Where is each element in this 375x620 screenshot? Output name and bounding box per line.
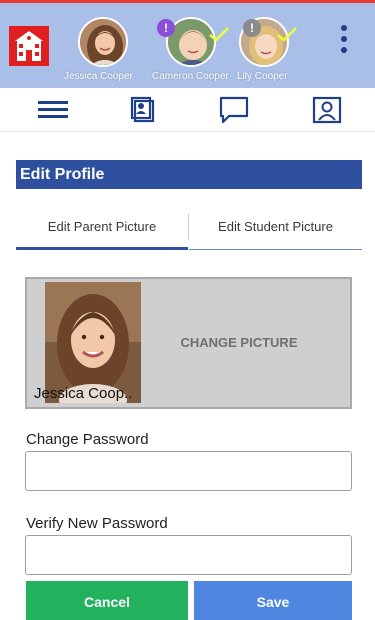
profile-jessica[interactable] [78, 17, 128, 67]
change-picture-button[interactable]: CHANGE PICTURE [161, 335, 317, 350]
save-button[interactable]: Save [194, 581, 352, 620]
change-password-label: Change Password [26, 431, 149, 448]
student-cards-icon[interactable] [124, 94, 158, 126]
check-icon [277, 27, 297, 42]
spacer [0, 132, 375, 156]
school-button[interactable] [9, 26, 49, 66]
hamburger-menu-icon[interactable] [36, 94, 70, 126]
profile-icon[interactable] [310, 94, 344, 126]
verify-password-label: Verify New Password [26, 515, 168, 532]
profile-name-lily: Lily Cooper [237, 71, 288, 82]
kebab-menu-icon[interactable] [337, 23, 351, 59]
cancel-button[interactable]: Cancel [26, 581, 188, 620]
avatar-jessica [78, 17, 128, 67]
main-nav [0, 88, 375, 132]
verify-password-input[interactable] [25, 535, 352, 575]
change-password-input[interactable] [25, 451, 352, 491]
picture-panel: Jessica Coop.. CHANGE PICTURE [25, 277, 352, 409]
alert-badge-cameron: ! [157, 19, 175, 37]
profile-header: Jessica Cooper ! Cameron Cooper ! Lily C… [0, 3, 375, 88]
page-title: Edit Profile [16, 160, 362, 189]
profile-name-cameron: Cameron Cooper [152, 71, 229, 82]
chat-bubble-icon[interactable] [217, 94, 251, 126]
tab-edit-student-picture[interactable]: Edit Student Picture [189, 206, 362, 250]
tab-edit-parent-picture[interactable]: Edit Parent Picture [16, 206, 188, 250]
check-icon [209, 27, 229, 42]
parent-photo-name: Jessica Coop.. [34, 385, 133, 402]
school-building-icon [9, 26, 49, 66]
picture-tabs: Edit Parent Picture Edit Student Picture [16, 206, 362, 250]
profile-name-jessica: Jessica Cooper [64, 71, 133, 82]
alert-badge-lily: ! [243, 19, 261, 37]
